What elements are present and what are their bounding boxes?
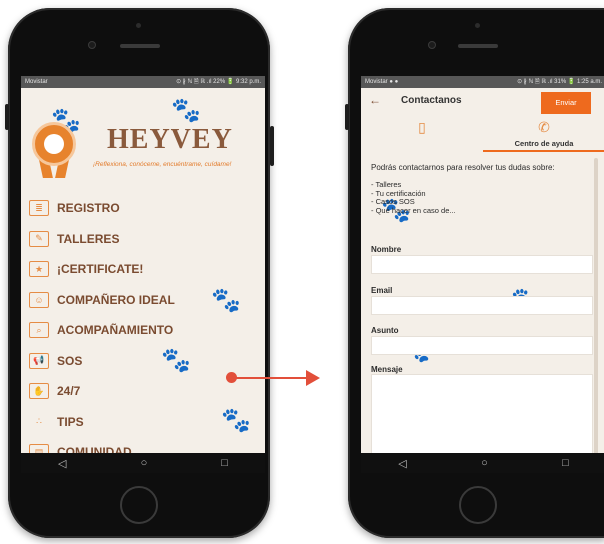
subject-field[interactable]: [371, 336, 593, 355]
volume-button: [345, 104, 349, 130]
left-screen: Movistar ⊙ ∦ ℕ 🗎 ℝ .ıl 22% 🔋 9:32 p.m. 🐾…: [21, 76, 265, 473]
menu-item-label: TALLERES: [57, 231, 120, 246]
menu-item-label: TIPS: [57, 414, 84, 429]
power-button: [270, 126, 274, 166]
page-title: Contactanos: [401, 95, 462, 106]
email-label: Email: [371, 286, 393, 295]
intro-text: Podrás contactarnos para resolver tus du…: [371, 163, 555, 172]
status-bar: Movistar ⊙ ∦ ℕ 🗎 ℝ .ıl 22% 🔋 9:32 p.m.: [21, 76, 265, 88]
menu-item-registro[interactable]: ≣ REGISTRO: [21, 193, 265, 224]
phone-icon: ✆: [538, 119, 550, 135]
back-nav-icon[interactable]: ◁: [58, 457, 66, 470]
status-bar: Movistar ● ● ⊙ ∦ ℕ 🗎 ℝ .ıl 31% 🔋 1:25 a.…: [361, 76, 604, 88]
back-arrow-icon[interactable]: ←: [369, 93, 381, 107]
home-nav-icon[interactable]: ○: [481, 457, 488, 469]
tab-help-center[interactable]: ✆ Centro de ayuda: [483, 116, 604, 152]
app-bar: ← Contactanos Enviar: [361, 88, 604, 114]
android-nav-bar: ◁ ○ □: [21, 453, 265, 473]
search-paw-icon: ⌕: [29, 322, 49, 339]
carrier-label: Movistar: [25, 79, 48, 85]
name-label: Nombre: [371, 245, 402, 254]
tab-bar: ▯ ✆ Centro de ayuda: [361, 116, 604, 152]
id-card-icon: ≣: [29, 200, 49, 217]
message-field[interactable]: [371, 374, 593, 462]
topics-list: - Talleres - Tu certificación - Casos SO…: [371, 180, 456, 215]
composite-screenshot: Movistar ⊙ ∦ ℕ 🗎 ℝ .ıl 22% 🔋 9:32 p.m. 🐾…: [0, 0, 604, 544]
tab-documents[interactable]: ▯: [361, 116, 483, 152]
carrier-label: Movistar ● ●: [365, 79, 399, 85]
menu-item-talleres[interactable]: ✎ TALLERES: [21, 224, 265, 255]
email-field[interactable]: [371, 296, 593, 315]
recents-nav-icon[interactable]: □: [221, 457, 228, 469]
transition-arrow-origin: [226, 372, 237, 383]
earpiece-speaker: [458, 44, 498, 48]
recents-nav-icon[interactable]: □: [562, 457, 569, 469]
sensor-dot: [136, 23, 141, 28]
transition-arrow-line: [232, 377, 308, 379]
sensor-dot: [475, 23, 480, 28]
megaphone-icon: 📢: [29, 352, 49, 369]
message-label: Mensaje: [371, 365, 403, 374]
home-button[interactable]: [459, 486, 497, 524]
volume-button: [5, 104, 9, 130]
back-nav-icon[interactable]: ◁: [398, 457, 406, 470]
main-menu: ≣ REGISTRO ✎ TALLERES ★ ¡CERTIFICATE! ☺ …: [21, 193, 265, 468]
right-screen: Movistar ● ● ⊙ ∦ ℕ 🗎 ℝ .ıl 31% 🔋 1:25 a.…: [361, 76, 604, 473]
right-phone: Movistar ● ● ⊙ ∦ ℕ 🗎 ℝ .ıl 31% 🔋 1:25 a.…: [345, 8, 604, 538]
front-camera: [88, 41, 96, 49]
menu-item-certificate[interactable]: ★ ¡CERTIFICATE!: [21, 254, 265, 285]
list-item: - Qué hacer en caso de...: [371, 205, 456, 215]
android-nav-bar: ◁ ○ □: [361, 453, 604, 473]
tips-icon: ∴: [36, 416, 42, 427]
brand-name: HEYVEY: [107, 124, 233, 155]
menu-item-acompanamiento[interactable]: ⌕ ACOMPAÑAMIENTO: [21, 315, 265, 346]
menu-item-label: 24/7: [57, 384, 81, 399]
active-tab-indicator: [483, 150, 604, 152]
send-button[interactable]: Enviar: [541, 92, 591, 114]
status-indicators: ⊙ ∦ ℕ 🗎 ℝ .ıl 22% 🔋 9:32 p.m.: [176, 79, 261, 85]
arrow-right-icon: [306, 370, 320, 386]
menu-item-label: ACOMPAÑAMIENTO: [57, 323, 174, 338]
subject-label: Asunto: [371, 326, 399, 335]
menu-item-tips[interactable]: ∴ TIPS: [21, 407, 265, 438]
menu-item-label: ¡CERTIFICATE!: [57, 262, 144, 277]
doc-icon: ▯: [418, 119, 426, 135]
tab-label: Centro de ayuda: [514, 139, 574, 148]
scrollbar[interactable]: [594, 158, 598, 463]
earpiece-speaker: [120, 44, 160, 48]
menu-item-label: COMPAÑERO IDEAL: [57, 292, 175, 307]
brand-tagline: ¡Reflexiona, conóceme, encuéntrame, cuíd…: [93, 161, 232, 168]
certificate-icon: ★: [29, 261, 49, 278]
name-field[interactable]: [371, 255, 593, 274]
hand-icon: ✋: [29, 383, 49, 400]
medal-paw-icon: [32, 122, 76, 166]
status-indicators: ⊙ ∦ ℕ 🗎 ℝ .ıl 31% 🔋 1:25 a.m.: [517, 79, 602, 85]
menu-item-label: SOS: [57, 353, 83, 368]
menu-item-label: REGISTRO: [57, 201, 120, 216]
dog-face-icon: ☺: [29, 291, 49, 308]
notepad-edit-icon: ✎: [29, 230, 49, 247]
menu-item-companero-ideal[interactable]: ☺ COMPAÑERO IDEAL: [21, 285, 265, 316]
home-nav-icon[interactable]: ○: [141, 457, 148, 469]
front-camera: [428, 41, 436, 49]
left-phone: Movistar ⊙ ∦ ℕ 🗎 ℝ .ıl 22% 🔋 9:32 p.m. 🐾…: [5, 8, 274, 538]
home-button[interactable]: [120, 486, 158, 524]
heyvey-logo: HEYVEY ¡Reflexiona, conóceme, encuéntram…: [27, 114, 262, 182]
